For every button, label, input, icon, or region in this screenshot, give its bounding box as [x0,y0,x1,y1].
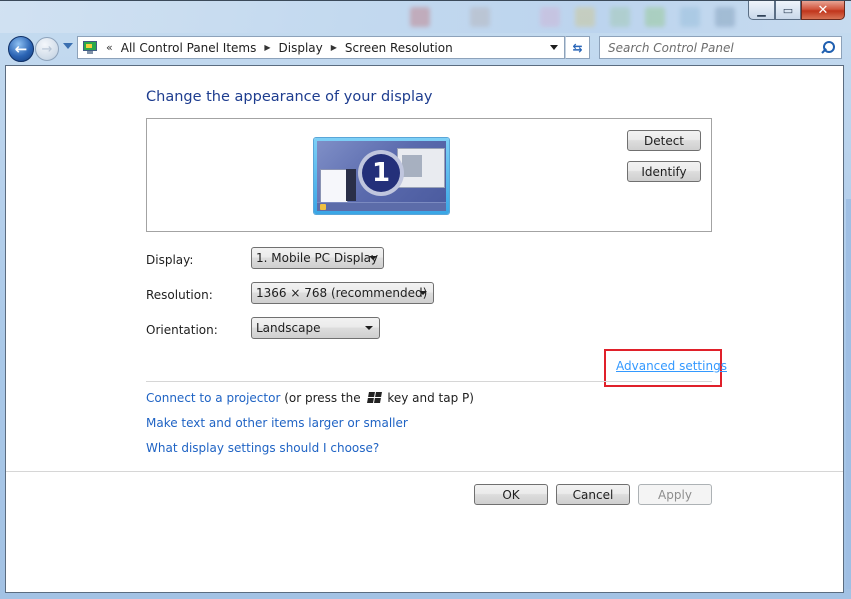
display-select[interactable]: 1. Mobile PC Display [251,247,384,269]
desktop-blur [715,7,735,27]
desktop-blur [680,7,700,27]
recent-pages-dropdown[interactable] [63,43,73,49]
control-panel-icon [82,40,98,55]
maximize-button[interactable]: ▭ [775,1,801,20]
desktop-blur [540,7,560,27]
close-button[interactable]: ✕ [801,1,845,20]
chevron-down-icon [365,326,373,330]
text-size-link[interactable]: Make text and other items larger or smal… [146,416,408,430]
cancel-button[interactable]: Cancel [556,484,630,505]
advanced-settings-link[interactable]: Advanced settings [616,359,727,373]
desktop-blur [610,7,630,27]
monitor-taskbar-graphic [317,202,446,211]
screen-resolution-window: ▁ ▭ ✕ ← → « All Control Panel Items ▶ Di… [0,0,851,599]
desktop-blur [645,7,665,27]
breadcrumb-separator-icon[interactable]: ▶ [331,43,337,52]
minimize-icon: ▁ [757,3,766,17]
refresh-icon: ⇆ [572,40,583,55]
display-select-value: 1. Mobile PC Display [256,251,379,265]
breadcrumb-overflow[interactable]: « [106,41,113,54]
divider [146,381,712,382]
display-label: Display: [146,253,194,267]
desktop-blur [470,7,490,27]
apply-button[interactable]: Apply [638,484,712,505]
navigation-bar: ← → « All Control Panel Items ▶ Display … [6,35,846,62]
breadcrumb-screen-resolution[interactable]: Screen Resolution [345,41,453,55]
search-input[interactable]: Search Control Panel [608,41,821,55]
chevron-down-icon [369,256,377,260]
projector-row: Connect to a projector (or press the key… [146,391,474,405]
back-button[interactable]: ← [8,36,34,62]
orientation-select-value: Landscape [256,321,321,335]
monitor-screen: 1 [317,141,446,211]
projector-hint-suffix: key and tap P) [387,391,474,405]
orientation-label: Orientation: [146,323,218,337]
forward-button[interactable]: → [35,37,59,61]
address-dropdown-icon[interactable] [550,45,558,50]
breadcrumb-all-control-panel-items[interactable]: All Control Panel Items [121,41,257,55]
title-bar [0,1,851,33]
address-bar[interactable]: « All Control Panel Items ▶ Display ▶ Sc… [77,36,565,59]
resolution-select[interactable]: 1366 × 768 (recommended) [251,282,434,304]
start-icon [320,204,326,210]
projector-hint-prefix: (or press the [284,391,361,405]
resolution-label: Resolution: [146,288,213,302]
window-frame-edge [846,199,851,589]
chevron-down-icon [419,291,427,295]
display-help-link[interactable]: What display settings should I choose? [146,441,379,455]
breadcrumb-display[interactable]: Display [279,41,323,55]
page-title: Change the appearance of your display [146,89,433,105]
back-arrow-icon: ← [14,40,28,58]
display-preview: 1 Detect Identify [146,118,712,232]
monitor-start-menu-graphic [320,169,348,203]
search-box[interactable]: Search Control Panel [599,36,842,59]
desktop-blur [410,7,430,27]
search-icon[interactable] [821,40,835,55]
minimize-button[interactable]: ▁ [748,1,775,20]
orientation-select[interactable]: Landscape [251,317,380,339]
monitor-start-menu-right [346,169,356,201]
windows-key-icon [366,392,382,403]
connect-projector-link[interactable]: Connect to a projector [146,391,280,405]
maximize-icon: ▭ [782,3,794,17]
content-pane: Change the appearance of your display 1 … [5,65,844,593]
resolution-select-value: 1366 × 768 (recommended) [256,286,428,300]
monitor-number-badge: 1 [358,150,404,196]
identify-button[interactable]: Identify [627,161,701,182]
footer-divider [6,471,843,472]
detect-button[interactable]: Detect [627,130,701,151]
breadcrumb-separator-icon[interactable]: ▶ [264,43,270,52]
monitor-1[interactable]: 1 [314,138,449,214]
monitor-window-graphic [397,148,445,188]
desktop-blur [575,7,595,27]
close-icon: ✕ [817,2,829,18]
forward-arrow-icon: → [41,41,53,57]
refresh-button[interactable]: ⇆ [565,36,590,59]
ok-button[interactable]: OK [474,484,548,505]
window-controls: ▁ ▭ ✕ [748,1,845,20]
